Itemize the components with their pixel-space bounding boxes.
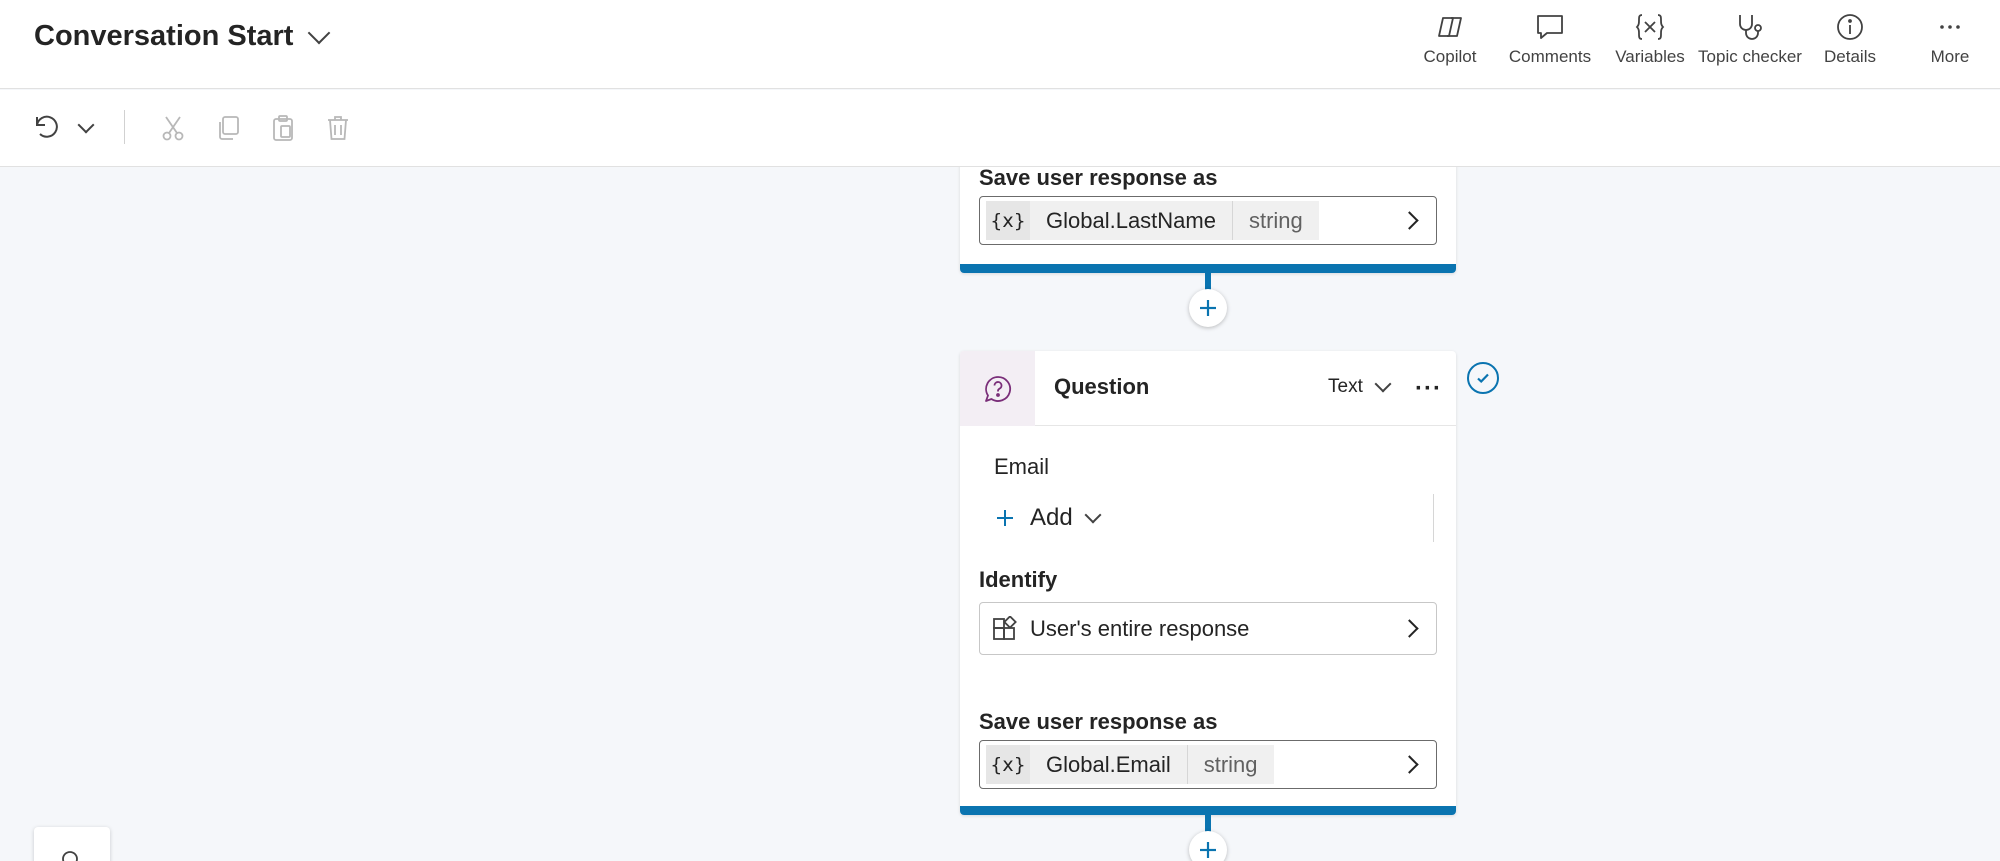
- save-response-label: Save user response as: [979, 709, 1218, 734]
- toolbar-divider: [124, 110, 125, 144]
- info-icon: [1837, 14, 1863, 40]
- node-more-button[interactable]: ···: [1415, 375, 1442, 403]
- add-node-button[interactable]: [1189, 831, 1227, 861]
- plus-icon: [997, 510, 1013, 526]
- chevron-down-icon: [77, 116, 95, 134]
- identify-value: User's entire response: [1030, 615, 1250, 641]
- undo-dropdown-button[interactable]: [66, 108, 106, 148]
- tool-label: Variables: [1615, 47, 1685, 66]
- node-valid-check-icon: [1467, 362, 1499, 394]
- edit-toolbar: [0, 90, 2000, 167]
- tool-label: Details: [1824, 47, 1876, 66]
- variables-button[interactable]: Variables: [1600, 0, 1700, 89]
- topic-title-selector[interactable]: Conversation Start: [34, 20, 331, 53]
- more-icon: [1940, 25, 1960, 29]
- variable-name: Global.Email: [1030, 745, 1188, 784]
- entity-icon: [993, 615, 1017, 640]
- question-title: Question: [1054, 374, 1150, 399]
- copilot-icon: [1438, 17, 1462, 37]
- question-icon-box: [960, 351, 1035, 426]
- comment-icon: [1537, 15, 1563, 39]
- response-type-value: Text: [1328, 376, 1363, 397]
- tool-label: Comments: [1508, 47, 1592, 66]
- save-variable-field[interactable]: {x} Global.LastName string: [979, 196, 1437, 245]
- message-divider: [1433, 494, 1434, 542]
- variable-icon: {x}: [986, 201, 1030, 240]
- variable-type: string: [1187, 745, 1274, 784]
- previous-question-card[interactable]: Save user response as {x} Global.LastNam…: [960, 167, 1456, 273]
- question-message[interactable]: Email: [994, 454, 1049, 480]
- question-bubble-icon: [984, 375, 1011, 402]
- add-node-button[interactable]: [1189, 289, 1227, 327]
- paste-button[interactable]: [263, 108, 303, 148]
- header-tools: Copilot Comments Variables Topic checker: [1400, 0, 2000, 89]
- zoom-controls[interactable]: [34, 827, 110, 861]
- topic-title: Conversation Start: [34, 20, 294, 52]
- undo-icon: [36, 115, 58, 138]
- paste-icon: [273, 115, 293, 141]
- variable-icon: [1635, 14, 1665, 40]
- chevron-down-icon: [1374, 375, 1392, 393]
- tool-label: More: [1930, 47, 1970, 66]
- plus-icon: [1200, 300, 1216, 316]
- cut-icon: [162, 116, 184, 141]
- add-content-button[interactable]: Add: [994, 504, 1102, 532]
- save-response-label: Save user response as: [979, 167, 1218, 190]
- variable-name: Global.LastName: [1030, 201, 1233, 240]
- question-card[interactable]: Question Text ··· Email Add Identify Use…: [960, 351, 1456, 815]
- variable-type: string: [1232, 201, 1319, 240]
- stethoscope-icon: [1739, 15, 1762, 40]
- chevron-right-icon: [1400, 211, 1419, 230]
- copy-icon: [219, 116, 239, 140]
- details-button[interactable]: Details: [1800, 0, 1900, 89]
- chevron-down-icon: [1084, 506, 1102, 524]
- more-button[interactable]: More: [1900, 0, 2000, 89]
- authoring-canvas[interactable]: Save user response as {x} Global.LastNam…: [0, 167, 2000, 861]
- variable-icon: {x}: [986, 745, 1030, 784]
- chevron-right-icon: [1400, 755, 1419, 774]
- undo-button[interactable]: [26, 108, 66, 148]
- identify-field[interactable]: User's entire response: [979, 602, 1437, 655]
- cut-button[interactable]: [153, 108, 193, 148]
- copy-button[interactable]: [208, 108, 248, 148]
- topic-checker-button[interactable]: Topic checker: [1698, 0, 1802, 89]
- delete-icon: [328, 116, 348, 140]
- tool-label: Topic checker: [1698, 47, 1802, 66]
- tool-label: Copilot: [1423, 47, 1477, 66]
- identify-label: Identify: [979, 567, 1058, 592]
- topic-header: Conversation Start Copilot Comments Vari…: [0, 0, 2000, 89]
- chevron-right-icon: [1400, 619, 1419, 638]
- response-type-dropdown[interactable]: Text: [1328, 375, 1392, 398]
- save-variable-field[interactable]: {x} Global.Email string: [979, 740, 1437, 789]
- copilot-button[interactable]: Copilot: [1400, 0, 1500, 89]
- chevron-down-icon[interactable]: [308, 21, 331, 44]
- delete-button[interactable]: [318, 108, 358, 148]
- comments-button[interactable]: Comments: [1500, 0, 1600, 89]
- add-label: Add: [1030, 504, 1073, 531]
- zoom-icon: [62, 851, 78, 861]
- plus-icon: [1200, 842, 1216, 858]
- question-card-header: Question Text ···: [960, 351, 1456, 426]
